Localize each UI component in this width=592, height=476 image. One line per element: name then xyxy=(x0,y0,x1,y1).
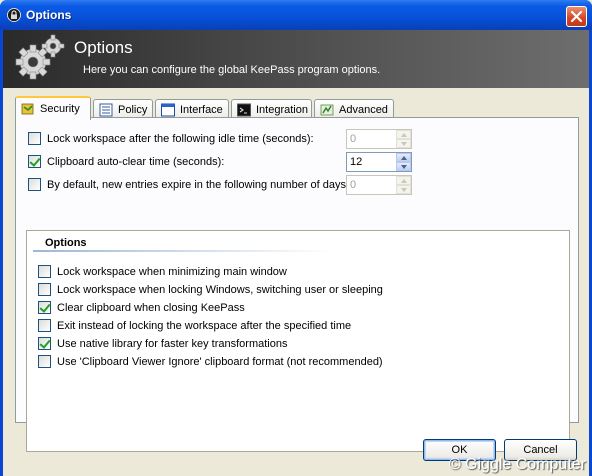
tab-label: Interface xyxy=(180,103,223,116)
option-label: Use 'Clipboard Viewer Ignore' clipboard … xyxy=(57,355,383,368)
tab-integration[interactable]: Integration xyxy=(231,99,312,119)
arrow-down-icon xyxy=(400,187,407,192)
dialog-client: Options Here you can configure the globa… xyxy=(3,30,589,476)
option-label: Lock workspace when locking Windows, swi… xyxy=(57,283,383,296)
list-item[interactable]: Use native library for faster key transf… xyxy=(38,337,287,350)
option-label: Exit instead of locking the workspace af… xyxy=(57,319,352,332)
watermark: © Giggle Computer xyxy=(448,456,586,473)
expire-default-checkbox[interactable] xyxy=(28,178,41,191)
list-item[interactable]: Use 'Clipboard Viewer Ignore' clipboard … xyxy=(38,355,383,368)
spin-down-button[interactable] xyxy=(396,162,411,171)
spin-up-button[interactable] xyxy=(396,153,411,162)
header-banner: Options Here you can configure the globa… xyxy=(3,30,589,88)
lock-idle-setting: Lock workspace after the following idle … xyxy=(28,132,314,145)
expire-default-value: 0 xyxy=(350,179,357,191)
clipboard-clear-checkbox[interactable] xyxy=(28,155,41,168)
header-divider xyxy=(33,250,333,252)
clipboard-clear-value: 12 xyxy=(350,156,363,168)
list-item[interactable]: Exit instead of locking the workspace af… xyxy=(38,319,351,332)
option-label: Lock workspace when minimizing main wind… xyxy=(57,265,287,278)
tab-interface[interactable]: Interface xyxy=(155,99,229,119)
option-label: Use native library for faster key transf… xyxy=(57,337,288,350)
spin-up-button[interactable] xyxy=(396,176,411,185)
tab-label: Integration xyxy=(256,103,308,116)
tab-security[interactable]: Security xyxy=(15,96,91,120)
tab-policy[interactable]: Policy xyxy=(93,99,153,119)
title-bar[interactable]: Options xyxy=(0,0,592,30)
option-checkbox[interactable] xyxy=(38,301,51,314)
lock-idle-checkbox[interactable] xyxy=(28,132,41,145)
option-label: Clear clipboard when closing KeePass xyxy=(57,301,245,314)
security-tab-panel: Lock workspace after the following idle … xyxy=(15,117,579,452)
banner-subtitle: Here you can configure the global KeePas… xyxy=(83,64,381,76)
banner-title: Options xyxy=(74,38,133,57)
lock-idle-label: Lock workspace after the following idle … xyxy=(47,132,314,145)
interface-icon xyxy=(161,103,175,116)
option-checkbox[interactable] xyxy=(38,319,51,332)
arrow-up-icon xyxy=(400,132,407,137)
arrow-down-icon xyxy=(400,164,407,169)
option-checkbox[interactable] xyxy=(38,265,51,278)
advanced-icon xyxy=(320,104,334,115)
gears-icon xyxy=(15,34,65,80)
expire-default-spinner[interactable]: 0 xyxy=(346,175,412,195)
security-icon xyxy=(21,103,34,115)
expire-default-label: By default, new entries expire in the fo… xyxy=(47,178,350,191)
list-item[interactable]: Clear clipboard when closing KeePass xyxy=(38,301,245,314)
arrow-up-icon xyxy=(400,178,407,183)
clipboard-clear-label: Clipboard auto-clear time (seconds): xyxy=(47,155,225,168)
spin-up-button[interactable] xyxy=(396,130,411,139)
lock-idle-spinner[interactable]: 0 xyxy=(346,129,412,149)
option-checkbox[interactable] xyxy=(38,337,51,350)
lock-idle-value: 0 xyxy=(350,133,357,145)
options-list[interactable]: Options Lock workspace when minimizing m… xyxy=(26,230,570,452)
arrow-down-icon xyxy=(400,141,407,146)
list-item[interactable]: Lock workspace when minimizing main wind… xyxy=(38,265,287,278)
tab-advanced[interactable]: Advanced xyxy=(314,99,394,119)
tab-label: Policy xyxy=(118,103,148,116)
arrow-up-icon xyxy=(400,155,407,160)
policy-icon xyxy=(99,103,113,116)
clipboard-clear-setting: Clipboard auto-clear time (seconds): xyxy=(28,155,224,168)
close-icon xyxy=(570,10,583,23)
option-checkbox[interactable] xyxy=(38,355,51,368)
tab-label: Security xyxy=(40,103,80,115)
list-item[interactable]: Lock workspace when locking Windows, swi… xyxy=(38,283,383,296)
spin-down-button[interactable] xyxy=(396,139,411,148)
close-button[interactable] xyxy=(566,6,587,27)
options-window: Options Options Here you can configure t… xyxy=(0,0,592,476)
options-list-header: Options xyxy=(45,237,87,249)
clipboard-clear-spinner[interactable]: 12 xyxy=(346,152,412,172)
expire-default-setting: By default, new entries expire in the fo… xyxy=(28,178,349,191)
integration-icon xyxy=(237,103,251,116)
spin-down-button[interactable] xyxy=(396,185,411,194)
window-title: Options xyxy=(26,8,72,22)
option-checkbox[interactable] xyxy=(38,283,51,296)
tab-label: Advanced xyxy=(339,103,388,116)
keepass-lock-icon xyxy=(7,8,21,22)
